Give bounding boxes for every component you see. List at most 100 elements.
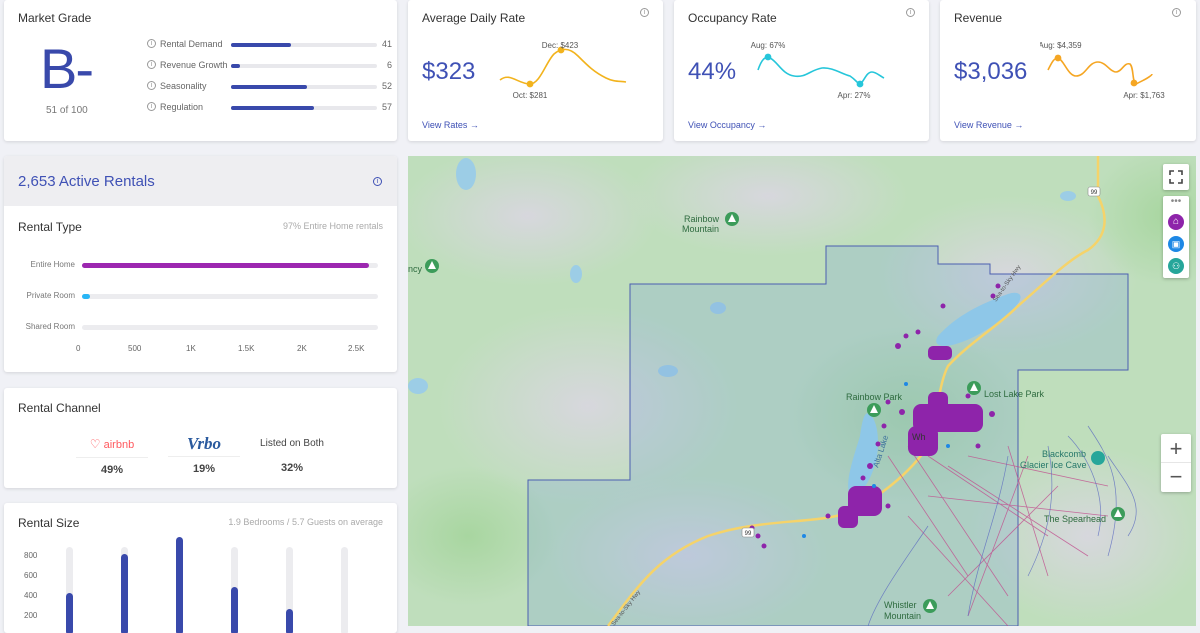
info-icon[interactable]: i (147, 39, 156, 48)
rental-type-label: Private Room (26, 291, 75, 300)
rental-dot[interactable] (899, 409, 905, 415)
axis-tick-label: 500 (128, 344, 142, 353)
map-panel[interactable]: 99 99 Rainbow Mountain ncy Rainbow Park … (408, 156, 1196, 626)
rental-dot[interactable] (885, 503, 891, 509)
adr-sparkline-line (499, 48, 627, 85)
highway-label: 99 (1091, 190, 1098, 196)
rental-type-summary: 97% Entire Home rentals (282, 221, 383, 231)
revenue-sparkline-line (1047, 57, 1153, 85)
vrbo-channel: Vrbo 19% (168, 435, 240, 478)
rental-dot[interactable] (881, 423, 887, 429)
rental-dot[interactable] (802, 534, 806, 538)
rental-dot[interactable] (895, 343, 901, 349)
rental-dot[interactable] (755, 533, 761, 539)
shared-room-layer-icon[interactable]: ⚇ (1168, 258, 1184, 274)
rental-dot[interactable] (761, 543, 767, 549)
rental-dot[interactable] (965, 393, 971, 399)
rental-dot[interactable] (989, 411, 995, 417)
market-grade-letter: B- (40, 37, 94, 100)
adr-low-marker (526, 80, 534, 88)
rental-cluster[interactable] (928, 346, 952, 360)
rental-size-bar[interactable] (121, 554, 128, 633)
rental-dot[interactable] (860, 475, 866, 481)
lake (456, 158, 476, 190)
info-icon[interactable]: i (147, 81, 156, 90)
rental-size-title: Rental Size (18, 516, 80, 530)
axis-tick-label: 2.5K (348, 344, 365, 353)
revenue-high-label: Aug: $4,359 (1040, 41, 1082, 50)
rental-type-row: Entire Home (4, 259, 397, 271)
park-marker-icon[interactable] (1091, 451, 1105, 465)
info-icon[interactable]: i (906, 8, 915, 17)
rental-type-track (82, 325, 378, 330)
airbnb-logo-icon: ♡ (89, 437, 101, 451)
y-tick-label: 400 (24, 591, 38, 600)
info-icon[interactable]: i (1172, 8, 1181, 17)
view-rates-link[interactable]: View Rates → (422, 120, 479, 130)
axis-tick-label: 2K (297, 344, 307, 353)
rental-size-card: Rental Size 1.9 Bedrooms / 5.7 Guests on… (4, 503, 397, 633)
rental-size-bar[interactable] (231, 587, 238, 633)
fullscreen-icon (1169, 170, 1183, 184)
revenue-value: $3,036 (954, 58, 1028, 85)
rental-channel-card: Rental Channel ♡ airbnb 49% Vrbo 19% Lis… (4, 388, 397, 488)
rental-dot[interactable] (975, 443, 981, 449)
private-room-layer-icon[interactable]: ▣ (1168, 236, 1184, 252)
fullscreen-button[interactable] (1163, 164, 1189, 190)
rental-size-bar[interactable] (66, 593, 73, 633)
map-label: Mountain (884, 611, 921, 621)
rental-dot[interactable] (940, 303, 946, 309)
both-channel: Listed on Both 32% (250, 438, 334, 478)
rental-cluster[interactable] (838, 506, 858, 528)
rental-dot[interactable] (946, 444, 950, 448)
grade-row-regulation: i Regulation 57 (140, 100, 396, 114)
rental-type-bar-private-room[interactable] (82, 294, 90, 299)
map-label: Lost Lake Park (984, 389, 1045, 399)
rental-size-bar[interactable] (176, 537, 183, 633)
map-canvas[interactable]: 99 99 Rainbow Mountain ncy Rainbow Park … (408, 156, 1196, 626)
rental-dot[interactable] (903, 333, 909, 339)
grade-metric-fill (231, 43, 291, 47)
map-label: Rainbow (684, 214, 720, 224)
adr-value: $323 (422, 58, 476, 85)
grade-metric-fill (231, 64, 240, 68)
revenue-low-marker (1130, 79, 1138, 87)
market-grade-card: Market Grade B- 51 of 100 i Rental Deman… (4, 0, 397, 141)
airbnb-logo-text: airbnb (103, 439, 135, 451)
view-revenue-link[interactable]: View Revenue → (954, 120, 1023, 130)
grade-metric-label: Regulation (160, 102, 204, 112)
info-icon[interactable]: i (147, 60, 156, 69)
more-options-icon[interactable]: ••• (1163, 197, 1189, 207)
info-icon[interactable]: i (640, 8, 649, 17)
rental-dot[interactable] (872, 484, 876, 488)
rental-dot[interactable] (915, 329, 921, 335)
revenue-high-marker (1054, 54, 1062, 62)
info-icon[interactable]: i (147, 102, 156, 111)
rental-cluster[interactable] (928, 392, 948, 432)
map-label: ncy (408, 264, 423, 274)
view-occupancy-link[interactable]: View Occupancy → (688, 120, 766, 130)
occupancy-low-marker (856, 80, 864, 88)
zoom-out-button[interactable]: − (1161, 463, 1191, 492)
axis-tick-label: 1K (186, 344, 196, 353)
map-label: The Spearhead (1044, 514, 1106, 524)
rental-size-track (341, 547, 348, 633)
rental-type-track (82, 294, 378, 299)
zoom-in-button[interactable]: + (1161, 434, 1191, 463)
info-icon[interactable]: i (373, 177, 382, 186)
grade-metric-track (231, 85, 377, 89)
grade-metric-value: 41 (381, 39, 392, 49)
axis-tick-label: 1.5K (238, 344, 255, 353)
rental-type-bar-entire-home[interactable] (82, 263, 370, 268)
rental-dot[interactable] (825, 513, 831, 519)
rental-dot[interactable] (995, 283, 1001, 289)
vrbo-percent: 19% (192, 463, 216, 475)
rental-size-bar[interactable] (286, 609, 293, 633)
rental-dot[interactable] (875, 493, 881, 499)
y-tick-label: 800 (24, 551, 38, 560)
rental-dot[interactable] (904, 382, 908, 386)
both-label: Listed on Both (260, 438, 324, 449)
entire-home-layer-icon[interactable]: ⌂ (1168, 214, 1184, 230)
occupancy-sparkline-line (757, 56, 885, 85)
grade-row-rental-demand: i Rental Demand 41 (140, 37, 396, 51)
